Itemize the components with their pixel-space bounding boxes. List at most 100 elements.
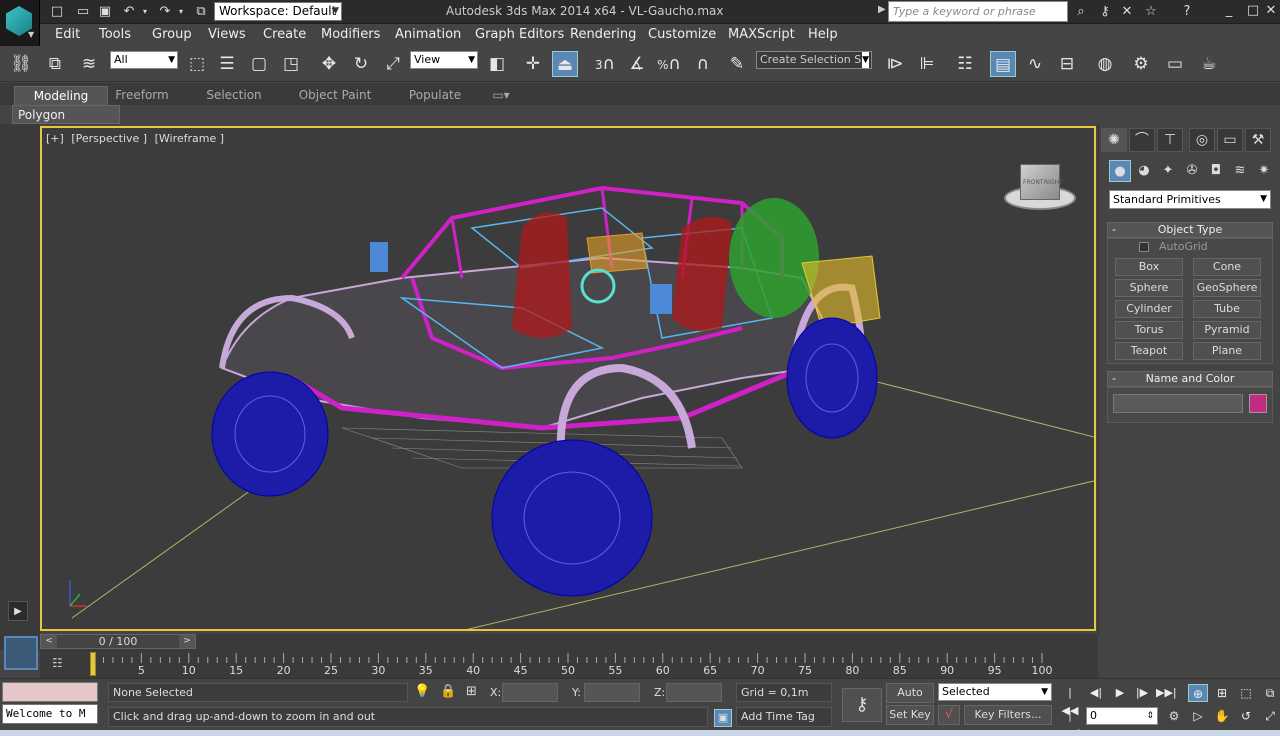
space-warps-icon[interactable]: ≋ xyxy=(1229,160,1251,182)
geosphere-button[interactable]: GeoSphere xyxy=(1193,279,1261,297)
redo-dropdown-icon[interactable]: ▾ xyxy=(172,3,190,21)
communication-center-icon[interactable]: ✕ xyxy=(1118,3,1136,21)
spinner-snap-icon[interactable]: ∩ xyxy=(690,51,716,77)
go-to-start-icon[interactable]: |◀◀ xyxy=(1060,684,1080,717)
absolute-mode-icon[interactable]: ⊞ xyxy=(466,684,477,699)
previous-frame-button-icon[interactable]: ◀| xyxy=(1086,684,1106,702)
modify-tab-icon[interactable]: ⌒ xyxy=(1129,128,1155,152)
tab-object-paint[interactable]: Object Paint xyxy=(294,86,376,105)
display-tab-icon[interactable]: ▭ xyxy=(1217,128,1243,152)
snaps-toggle-icon[interactable]: 3∩ xyxy=(592,51,618,77)
tab-populate[interactable]: Populate xyxy=(404,86,466,105)
new-file-icon[interactable]: □ xyxy=(48,3,66,21)
polygon-modeling-panel[interactable]: Polygon Modeling xyxy=(12,105,120,141)
hierarchy-tab-icon[interactable]: ⊤ xyxy=(1157,128,1183,152)
ribbon-options-icon[interactable]: ▭▾ xyxy=(486,86,516,105)
plane-button[interactable]: Plane xyxy=(1193,342,1261,360)
create-tab-icon[interactable]: ✺ xyxy=(1101,128,1127,152)
cameras-icon[interactable]: ✇ xyxy=(1181,160,1203,182)
edit-named-selection-icon[interactable]: ✎ xyxy=(724,51,750,77)
menu-create[interactable]: Create xyxy=(263,27,306,42)
tab-freeform[interactable]: Freeform xyxy=(108,86,176,105)
selection-lock-icon[interactable]: 🔒 xyxy=(440,684,456,699)
primitive-category-dropdown[interactable]: Standard Primitives ▼ xyxy=(1109,190,1271,209)
isolate-selection-icon[interactable]: 💡 xyxy=(414,684,430,699)
expand-arrow-icon[interactable]: ▶ xyxy=(8,601,28,621)
menu-group[interactable]: Group xyxy=(152,27,192,42)
menu-help[interactable]: Help xyxy=(808,27,838,42)
menu-modifiers[interactable]: Modifiers xyxy=(321,27,380,42)
menu-graph-editors[interactable]: Graph Editors xyxy=(475,27,564,42)
graphite-toolset-icon[interactable]: ▤ xyxy=(990,51,1016,77)
object-name-field[interactable] xyxy=(1113,394,1243,413)
curve-editor-icon[interactable]: ∿ xyxy=(1022,51,1048,77)
align-icon[interactable]: ⊫ xyxy=(914,51,940,77)
add-time-tag-button[interactable]: Add Time Tag xyxy=(736,707,832,727)
utilities-tab-icon[interactable]: ⚒ xyxy=(1245,128,1271,152)
zoom-all-icon[interactable]: ⊞ xyxy=(1212,684,1232,702)
selection-filter-dropdown[interactable]: All ▼ xyxy=(110,51,178,69)
auto-key-button[interactable]: Auto Key xyxy=(886,683,934,717)
next-frame-icon[interactable]: > xyxy=(179,635,195,648)
schematic-view-icon[interactable]: ⊟ xyxy=(1054,51,1080,77)
key-filters-button[interactable]: Key Filters... xyxy=(964,705,1052,725)
orbit-icon[interactable]: ↺ xyxy=(1236,707,1256,725)
sphere-button[interactable]: Sphere xyxy=(1115,279,1183,297)
rendered-frame-window-icon[interactable]: ▭ xyxy=(1162,51,1188,77)
named-selection-sets-dropdown[interactable]: Create Selection Se ▼ xyxy=(756,51,872,69)
angle-snap-icon[interactable]: ∡ xyxy=(624,51,650,77)
render-production-icon[interactable]: ☕ xyxy=(1196,51,1222,77)
menu-rendering[interactable]: Rendering xyxy=(570,27,636,42)
percent-snap-icon[interactable]: %∩ xyxy=(656,51,682,77)
mini-curve-editor-icon[interactable] xyxy=(4,636,38,670)
mirror-icon[interactable]: ⧐ xyxy=(882,51,908,77)
select-and-link-icon[interactable]: ⛓ xyxy=(8,51,34,77)
maximize-viewport-icon[interactable]: ⤢ xyxy=(1260,707,1280,725)
render-setup-icon[interactable]: ⚙ xyxy=(1128,51,1154,77)
z-coordinate-field[interactable] xyxy=(666,683,722,702)
subscription-key-icon[interactable]: ⚷ xyxy=(1096,3,1114,21)
keyboard-shortcut-override-icon[interactable]: ⏏ xyxy=(552,51,578,77)
material-editor-icon[interactable]: ◍ xyxy=(1092,51,1118,77)
menu-tools[interactable]: Tools xyxy=(99,27,131,42)
search-expand-icon[interactable]: ▶ xyxy=(878,4,886,15)
save-file-icon[interactable]: ▣ xyxy=(96,3,114,21)
default-in-out-tangents-icon[interactable]: √ xyxy=(938,705,960,725)
cylinder-button[interactable]: Cylinder xyxy=(1115,300,1183,318)
tube-button[interactable]: Tube xyxy=(1193,300,1261,318)
key-mode-dropdown[interactable]: Selected ▼ xyxy=(938,683,1052,701)
box-button[interactable]: Box xyxy=(1115,258,1183,276)
zoom-extents-all-icon[interactable]: ⧉ xyxy=(1260,684,1280,702)
menu-edit[interactable]: Edit xyxy=(55,27,80,42)
application-menu-button[interactable]: ▼ xyxy=(0,0,40,46)
time-configuration-icon[interactable]: ⚙ xyxy=(1164,707,1184,725)
set-key-mode-icon[interactable]: ⚷ xyxy=(842,688,882,722)
y-coordinate-field[interactable] xyxy=(584,683,640,702)
viewcube-front-face[interactable]: FRONT xyxy=(1023,179,1044,186)
object-type-rollout-header[interactable]: - Object Type xyxy=(1107,222,1273,238)
go-to-end-icon[interactable]: ▶▶| xyxy=(1156,684,1177,702)
shapes-icon[interactable]: ◕ xyxy=(1133,160,1155,182)
time-tag-icon[interactable]: ▣ xyxy=(714,709,732,727)
menu-views[interactable]: Views xyxy=(208,27,246,42)
autogrid-checkbox[interactable]: AutoGrid xyxy=(1139,240,1208,253)
next-frame-button-icon[interactable]: |▶ xyxy=(1132,684,1152,702)
name-and-color-rollout-header[interactable]: - Name and Color xyxy=(1107,371,1273,387)
open-file-icon[interactable]: ▭ xyxy=(74,3,92,21)
viewcube[interactable]: FRONT RIGHT xyxy=(1004,164,1078,212)
select-and-rotate-icon[interactable]: ↻ xyxy=(348,51,374,77)
helpers-icon[interactable]: ◘ xyxy=(1205,160,1227,182)
key-mode-toggle-icon[interactable]: |◀▶| xyxy=(1060,707,1081,736)
window-crossing-icon[interactable]: ◳ xyxy=(278,51,304,77)
favorites-star-icon[interactable]: ☆ xyxy=(1142,3,1160,21)
teapot-button[interactable]: Teapot xyxy=(1115,342,1183,360)
lights-icon[interactable]: ✦ xyxy=(1157,160,1179,182)
rectangular-selection-icon[interactable]: ▢ xyxy=(246,51,272,77)
perspective-viewport[interactable]: [+] [Perspective ] [Wireframe ] FRONT RI… xyxy=(40,126,1096,631)
maxscript-listener-output[interactable] xyxy=(2,682,98,702)
undo-dropdown-icon[interactable]: ▾ xyxy=(136,3,154,21)
torus-button[interactable]: Torus xyxy=(1115,321,1183,339)
menu-customize[interactable]: Customize xyxy=(648,27,716,42)
x-coordinate-field[interactable] xyxy=(502,683,558,702)
menu-maxscript[interactable]: MAXScript xyxy=(728,27,795,42)
